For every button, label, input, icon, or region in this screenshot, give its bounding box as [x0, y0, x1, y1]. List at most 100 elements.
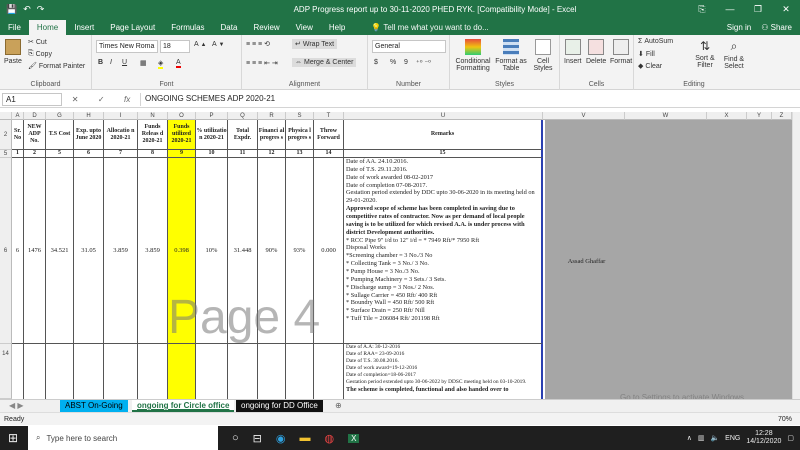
undo-icon[interactable]: ↶: [23, 4, 31, 15]
colnum-11[interactable]: 11: [228, 150, 258, 158]
colnum-9[interactable]: 9: [168, 150, 196, 158]
tab-file[interactable]: File: [0, 20, 29, 35]
share-button[interactable]: ⚇ Share: [761, 20, 792, 35]
col-header-y[interactable]: Y: [747, 112, 772, 120]
save-icon[interactable]: 💾: [6, 4, 17, 15]
notifications-icon[interactable]: ▢: [787, 434, 794, 442]
align-horizontal-icons[interactable]: ≡ ≡ ≡ ⇤ ⇥: [246, 59, 278, 67]
conditional-formatting-button[interactable]: Conditional Formatting: [454, 39, 492, 72]
sort-filter-button[interactable]: ⇅ Sort & Filter: [692, 39, 718, 69]
col-header-z[interactable]: Z: [772, 112, 792, 120]
align-top-icons[interactable]: ≡ ≡ ≡ ⟲: [246, 40, 270, 48]
decimal-buttons[interactable]: ⁺⁰ ⁻⁰: [416, 59, 431, 67]
tab-review[interactable]: Review: [245, 20, 287, 35]
sheet-nav-arrows[interactable]: ◀ ▶: [4, 400, 29, 412]
zoom-level[interactable]: 70%: [778, 416, 792, 423]
col-header-o[interactable]: O: [168, 112, 196, 120]
clock[interactable]: 12:28 14/12/2020: [746, 430, 781, 447]
clear-button[interactable]: ◆ Clear: [638, 62, 662, 71]
underline-button[interactable]: U: [122, 59, 127, 66]
tab-view[interactable]: View: [288, 20, 321, 35]
colnum-5[interactable]: 5: [46, 150, 74, 158]
col-header-p[interactable]: P: [196, 112, 228, 120]
colnum-1[interactable]: 1: [12, 150, 24, 158]
volume-icon[interactable]: 🔈: [710, 434, 719, 442]
cell-row14-o[interactable]: [168, 344, 196, 399]
worksheet-grid[interactable]: A D G H I N O P Q R S T U V W X Y Z 2 5 …: [0, 112, 792, 399]
chrome-icon[interactable]: ◍: [324, 432, 334, 445]
tab-data[interactable]: Data: [213, 20, 246, 35]
function-icon[interactable]: fx: [124, 95, 130, 104]
tab-formulas[interactable]: Formulas: [163, 20, 212, 35]
hdr-throw-forward[interactable]: Throw Forward: [314, 120, 344, 150]
hdr-total[interactable]: Total Expdr.: [228, 120, 258, 150]
hdr-funds-released[interactable]: Funds Releas d 2020-21: [138, 120, 168, 150]
grow-font-button[interactable]: A ▲: [194, 41, 206, 48]
cell-row14-d[interactable]: [24, 344, 46, 399]
hdr-physical[interactable]: Physica l progres s: [286, 120, 314, 150]
widgets-icon[interactable]: ⊟: [253, 432, 262, 445]
redo-icon[interactable]: ↷: [37, 4, 45, 15]
close-button[interactable]: ✕: [772, 4, 800, 15]
wrap-text-button[interactable]: ↵ Wrap Text: [292, 39, 338, 49]
col-header-w[interactable]: W: [625, 112, 707, 120]
cell-styles-button[interactable]: Cell Styles: [530, 39, 556, 72]
cell-row14-t[interactable]: [314, 344, 344, 399]
tab-home[interactable]: Home: [28, 20, 67, 35]
sheet-tab-abst[interactable]: ABST On-Going: [60, 400, 128, 412]
windows-start-icon[interactable]: ⊞: [8, 431, 18, 445]
col-header-r[interactable]: R: [258, 112, 286, 120]
tab-page-layout[interactable]: Page Layout: [102, 20, 163, 35]
cell-row14-g[interactable]: [46, 344, 74, 399]
vertical-scrollbar[interactable]: [792, 112, 800, 399]
cell-exp[interactable]: 31.05: [74, 158, 104, 344]
fill-color-button[interactable]: ◈: [158, 59, 164, 69]
colnum-8[interactable]: 8: [138, 150, 168, 158]
add-sheet-button[interactable]: ⊕: [330, 400, 347, 412]
col-header-g[interactable]: G: [46, 112, 74, 120]
file-explorer-icon[interactable]: ▬: [299, 432, 310, 444]
paste-button[interactable]: Paste: [4, 39, 22, 65]
network-icon[interactable]: ▥: [698, 434, 705, 442]
cell-row14-p[interactable]: [196, 344, 228, 399]
hdr-sr[interactable]: Sr. No: [12, 120, 24, 150]
name-box[interactable]: A1: [2, 93, 62, 106]
colnum-15[interactable]: 15: [344, 150, 543, 158]
copy-button[interactable]: ⎘ Copy: [28, 50, 52, 58]
cell-alloc[interactable]: 3.859: [104, 158, 138, 344]
col-header-h[interactable]: H: [74, 112, 104, 120]
hdr-adp[interactable]: NEW ADP No.: [24, 120, 46, 150]
tray-chevron-icon[interactable]: ∧: [687, 434, 692, 442]
cell-adp[interactable]: 1476: [24, 158, 46, 344]
find-select-button[interactable]: ⌕ Find & Select: [720, 39, 748, 70]
hdr-pct-util[interactable]: % utilizatio n 2020-21: [196, 120, 228, 150]
col-header-i[interactable]: I: [104, 112, 138, 120]
cut-button[interactable]: ✂ Cut: [28, 38, 47, 47]
colnum-2[interactable]: 2: [24, 150, 46, 158]
delete-cells-button[interactable]: Delete: [586, 39, 606, 65]
hdr-ts[interactable]: T.S Cost: [46, 120, 74, 150]
autosum-button[interactable]: Σ AutoSum: [638, 38, 673, 45]
cell-row14-i[interactable]: [104, 344, 138, 399]
formula-input[interactable]: ONGOING SCHEMES ADP 2020-21: [140, 93, 800, 106]
cell-row14-q[interactable]: [228, 344, 258, 399]
currency-button[interactable]: $: [374, 59, 378, 66]
font-color-button[interactable]: A: [176, 59, 181, 68]
select-all-corner[interactable]: [0, 112, 12, 120]
col-header-q[interactable]: Q: [228, 112, 258, 120]
task-view-icon[interactable]: ○: [232, 432, 239, 444]
insert-cells-button[interactable]: Insert: [564, 39, 582, 65]
row-header-14[interactable]: 14: [0, 344, 12, 399]
col-header-u[interactable]: U: [344, 112, 543, 120]
format-as-table-button[interactable]: Format as Table: [494, 39, 528, 72]
cell-sr[interactable]: 6: [12, 158, 24, 344]
col-header-a[interactable]: A: [12, 112, 24, 120]
colnum-14[interactable]: 14: [314, 150, 344, 158]
format-painter-button[interactable]: 🖌 Format Painter: [28, 62, 85, 71]
language-indicator[interactable]: ENG: [725, 435, 740, 442]
row-header-5[interactable]: 5: [0, 150, 12, 158]
cancel-icon[interactable]: ✕: [72, 95, 79, 104]
percent-button[interactable]: %: [390, 59, 396, 66]
hdr-alloc[interactable]: Allocatio n 2020-21: [104, 120, 138, 150]
excel-icon[interactable]: X: [348, 433, 360, 443]
